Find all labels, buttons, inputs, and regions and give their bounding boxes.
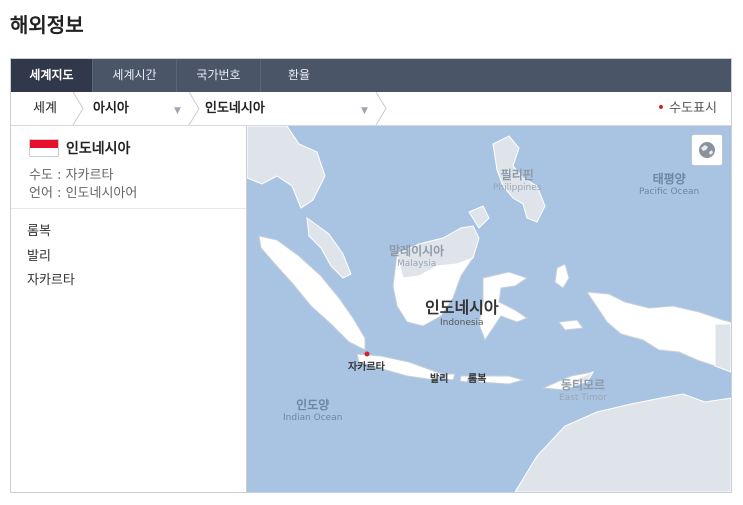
indonesia-flag-icon: [29, 139, 59, 157]
breadcrumb-separator: [72, 92, 84, 125]
map-label-bali[interactable]: 발리: [430, 370, 448, 385]
city-link[interactable]: 발리: [27, 245, 51, 264]
tab-world-time[interactable]: 세계시간: [93, 59, 177, 92]
page-title: 해외정보: [10, 13, 84, 37]
breadcrumb-separator: [188, 92, 200, 125]
capital-info: 수도 : 자카르타: [29, 168, 114, 183]
png-landmass: [714, 323, 731, 373]
breadcrumb-country-select[interactable]: 인도네시아: [205, 92, 265, 125]
globe-view-button[interactable]: [691, 134, 723, 166]
map-label-lombok[interactable]: 롬복: [468, 370, 486, 385]
country-info-panel: 인도네시아 수도 : 자카르타 언어 : 인도네시아어 롬복 발리 자카르타: [11, 126, 247, 492]
language-info: 언어 : 인도네시아어: [29, 186, 138, 201]
globe-icon: [699, 142, 715, 158]
map-label-malaysia: 말레이시아 Malaysia: [389, 244, 445, 269]
map-label-indian-ocean: 인도양 Indian Ocean: [283, 398, 343, 423]
city-link[interactable]: 자카르타: [27, 269, 75, 288]
tab-world-map[interactable]: 세계지도: [11, 59, 93, 92]
world-info-widget: 세계지도 세계시간 국가번호 환율 세계 아시아 ▼ 인도네시아 ▼ • 수도표시…: [10, 58, 732, 493]
breadcrumb-world[interactable]: 세계: [33, 92, 57, 125]
capital-marker: [364, 351, 370, 357]
map-view[interactable]: 필리핀 Philippines 태평양 Pacific Ocean 말레이시아 …: [247, 126, 731, 492]
breadcrumb-separator: [375, 92, 387, 125]
country-header: 인도네시아: [29, 138, 130, 158]
chevron-down-icon[interactable]: ▼: [174, 106, 181, 116]
tab-bar: 세계지도 세계시간 국가번호 환율: [11, 59, 731, 92]
map-label-philippines: 필리핀 Philippines: [493, 168, 542, 193]
country-name: 인도네시아: [66, 141, 131, 157]
breadcrumb-region-select[interactable]: 아시아: [93, 92, 129, 125]
show-capital-toggle[interactable]: • 수도표시: [657, 92, 717, 125]
show-capital-label: 수도표시: [669, 101, 717, 116]
map-label-jakarta[interactable]: 자카르타: [348, 358, 385, 373]
chevron-down-icon[interactable]: ▼: [361, 106, 368, 116]
red-dot-icon: •: [656, 100, 666, 116]
map-label-east-timor: 동티모르 East Timor: [559, 378, 607, 403]
map-label-indonesia: 인도네시아 Indonesia: [425, 298, 499, 328]
tab-exchange-rate[interactable]: 환율: [261, 59, 337, 92]
breadcrumb: 세계 아시아 ▼ 인도네시아 ▼ • 수도표시: [11, 92, 731, 126]
divider: [11, 208, 246, 209]
city-link[interactable]: 롬복: [27, 220, 51, 239]
tab-country-code[interactable]: 국가번호: [177, 59, 261, 92]
map-label-pacific: 태평양 Pacific Ocean: [639, 172, 700, 197]
